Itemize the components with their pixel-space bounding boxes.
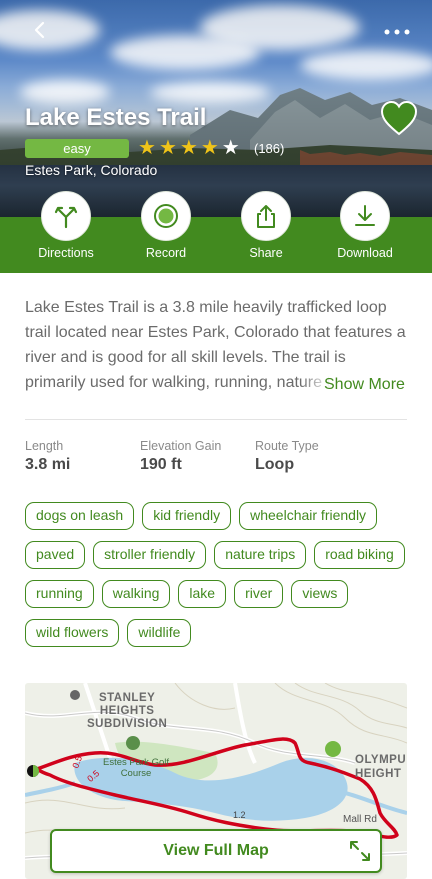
- tag-chip[interactable]: stroller friendly: [93, 541, 207, 569]
- tag-chip[interactable]: wildlife: [127, 619, 192, 647]
- stat-route-type-label: Route Type: [255, 439, 319, 453]
- tag-chip[interactable]: running: [25, 580, 94, 608]
- star-icon: ★: [179, 137, 198, 159]
- download-button[interactable]: Download: [320, 191, 410, 260]
- tag-chip[interactable]: dogs on leash: [25, 502, 135, 530]
- tag-chip[interactable]: walking: [101, 580, 171, 608]
- map-label: Course: [120, 768, 152, 779]
- chevron-left-icon: [34, 21, 45, 39]
- show-more-link[interactable]: Show More: [300, 372, 405, 397]
- trail-tags: dogs on leash kid friendly wheelchair fr…: [25, 502, 410, 647]
- map-label-mile: 1.2: [233, 810, 246, 820]
- trail-location: Estes Park, Colorado: [25, 162, 158, 178]
- map-label: SUBDIVISION: [87, 718, 168, 730]
- share-icon: [257, 205, 275, 228]
- stat-route-type-value: Loop: [255, 456, 295, 473]
- stat-length-label: Length: [25, 439, 64, 453]
- tag-chip[interactable]: kid friendly: [142, 502, 232, 530]
- more-dots-icon: [384, 29, 410, 35]
- star-icon: ★: [138, 137, 156, 159]
- stat-length-value: 3.8 mi: [25, 456, 71, 473]
- stat-elevation-label: Elevation Gain: [140, 439, 222, 453]
- tag-chip[interactable]: nature trips: [214, 541, 307, 569]
- record-button[interactable]: Record: [121, 191, 211, 260]
- stat-length: Length 3.8 mi: [25, 439, 70, 474]
- map-label: STANLEY: [98, 692, 156, 704]
- tag-chip[interactable]: lake: [178, 580, 227, 608]
- difficulty-badge: easy: [25, 139, 129, 158]
- directions-label: Directions: [38, 246, 94, 260]
- map-label: HEIGHTS: [99, 705, 155, 717]
- stat-route-type: Route Type Loop: [255, 439, 319, 474]
- map-label-subdivision: STANLEY HEIGHTS SUBDIVISION: [87, 692, 167, 731]
- divider: [25, 419, 407, 420]
- star-icon: ★: [221, 137, 240, 159]
- record-label: Record: [145, 246, 187, 260]
- download-icon: [355, 205, 375, 226]
- map-label-mall-rd: Mall Rd: [343, 814, 377, 825]
- directions-icon: [54, 206, 78, 229]
- tag-chip[interactable]: river: [234, 580, 284, 608]
- rating-stars: ★ ★ ★ ★ ★: [138, 137, 240, 159]
- star-icon: ★: [200, 137, 219, 159]
- favorite-button[interactable]: [380, 100, 418, 138]
- download-label: Download: [337, 246, 393, 260]
- stat-elevation-value: 190 ft: [140, 456, 182, 473]
- tag-chip[interactable]: road biking: [314, 541, 405, 569]
- view-full-map-label: View Full Map: [163, 842, 269, 859]
- map-label: OLYMPU: [355, 754, 407, 766]
- map-label-olympus: OLYMPU HEIGHT: [355, 753, 406, 781]
- tag-chip[interactable]: paved: [25, 541, 86, 569]
- directions-button[interactable]: Directions: [21, 191, 111, 260]
- record-icon: [154, 204, 178, 228]
- share-label: Share: [249, 246, 283, 260]
- star-icon: ★: [158, 137, 177, 159]
- tag-chip[interactable]: wild flowers: [25, 619, 120, 647]
- tag-chip[interactable]: views: [291, 580, 349, 608]
- expand-icon: [350, 841, 370, 861]
- map-label-golf: Estes Park Golf Course: [103, 757, 169, 779]
- rating-count[interactable]: (186): [254, 141, 284, 156]
- heart-icon: [380, 100, 418, 136]
- back-button[interactable]: [30, 14, 60, 44]
- map-label: Estes Park Golf: [103, 757, 169, 768]
- map-label: HEIGHT: [355, 768, 402, 780]
- share-button[interactable]: Share: [221, 191, 311, 260]
- more-options-button[interactable]: [384, 16, 410, 42]
- trail-title: Lake Estes Trail: [25, 104, 207, 131]
- view-full-map-button[interactable]: View Full Map: [50, 829, 382, 873]
- tag-chip[interactable]: wheelchair friendly: [239, 502, 378, 530]
- stat-elevation: Elevation Gain 190 ft: [140, 439, 221, 474]
